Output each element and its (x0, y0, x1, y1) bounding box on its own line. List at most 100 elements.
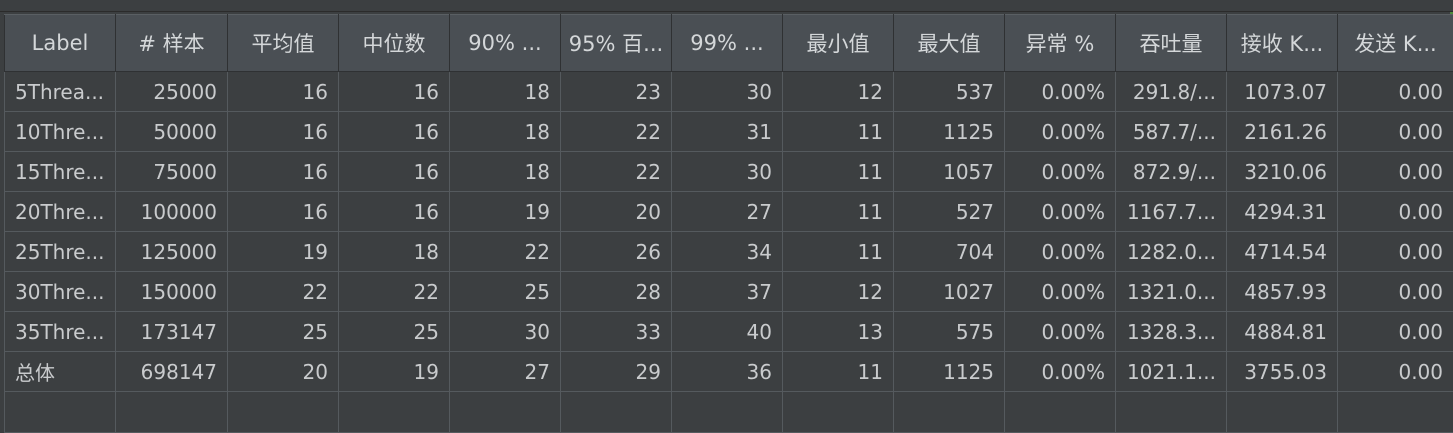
cell-error-pct[interactable]: 0.00% (1005, 72, 1116, 112)
cell-sent-kb[interactable]: 0.00 (1338, 312, 1453, 352)
cell-samples[interactable]: 50000 (116, 112, 228, 152)
cell-90-line[interactable]: 19 (450, 192, 561, 232)
cell-label[interactable]: 20Thre... (5, 192, 116, 232)
cell-median[interactable]: 25 (339, 312, 450, 352)
cell-average[interactable]: 16 (228, 152, 339, 192)
column-header-90-line[interactable]: 90% ... (450, 15, 561, 72)
cell-min[interactable]: 12 (783, 72, 894, 112)
cell-received-kb[interactable]: 4857.93 (1227, 272, 1338, 312)
cell-samples[interactable]: 173147 (116, 312, 228, 352)
cell-99-line[interactable]: 40 (672, 312, 783, 352)
cell-average[interactable]: 20 (228, 352, 339, 392)
cell-median[interactable]: 16 (339, 192, 450, 232)
column-header-sent-kb[interactable]: 发送 K... (1338, 15, 1453, 72)
table-row[interactable]: 35Thre...1731472525303340135750.00%1328.… (5, 312, 1453, 352)
cell-received-kb[interactable]: 3210.06 (1227, 152, 1338, 192)
cell-sent-kb[interactable]: 0.00 (1338, 112, 1453, 152)
cell-error-pct[interactable]: 0.00% (1005, 232, 1116, 272)
table-row[interactable]: 20Thre...1000001616192027115270.00%1167.… (5, 192, 1453, 232)
column-header-error-pct[interactable]: 异常 % (1005, 15, 1116, 72)
table-row[interactable]: 25Thre...1250001918222634117040.00%1282.… (5, 232, 1453, 272)
column-header-average[interactable]: 平均值 (228, 15, 339, 72)
cell-99-line[interactable]: 31 (672, 112, 783, 152)
cell-max[interactable]: 575 (894, 312, 1005, 352)
cell-min[interactable]: 12 (783, 272, 894, 312)
table-row[interactable]: 30Thre...15000022222528371210270.00%1321… (5, 272, 1453, 312)
cell-99-line[interactable]: 27 (672, 192, 783, 232)
cell-90-line[interactable]: 18 (450, 72, 561, 112)
cell-90-line[interactable]: 30 (450, 312, 561, 352)
cell-average[interactable]: 16 (228, 192, 339, 232)
cell-error-pct[interactable]: 0.00% (1005, 112, 1116, 152)
cell-received-kb[interactable]: 4294.31 (1227, 192, 1338, 232)
column-header-95-line[interactable]: 95% 百... (561, 15, 672, 72)
cell-95-line[interactable]: 29 (561, 352, 672, 392)
cell-samples[interactable]: 125000 (116, 232, 228, 272)
cell-min[interactable]: 13 (783, 312, 894, 352)
cell-99-line[interactable]: 36 (672, 352, 783, 392)
cell-95-line[interactable]: 28 (561, 272, 672, 312)
cell-min[interactable]: 11 (783, 352, 894, 392)
cell-samples[interactable]: 150000 (116, 272, 228, 312)
cell-average[interactable]: 16 (228, 72, 339, 112)
cell-sent-kb[interactable]: 0.00 (1338, 232, 1453, 272)
cell-median[interactable]: 22 (339, 272, 450, 312)
cell-throughput[interactable]: 291.8/... (1116, 72, 1227, 112)
summary-report-table[interactable]: Label # 样本 平均值 中位数 90% ... 95% 百... 99% … (4, 14, 1453, 433)
cell-label[interactable]: 30Thre... (5, 272, 116, 312)
cell-samples[interactable]: 698147 (116, 352, 228, 392)
cell-received-kb[interactable]: 2161.26 (1227, 112, 1338, 152)
cell-average[interactable]: 16 (228, 112, 339, 152)
column-header-received-kb[interactable]: 接收 K... (1227, 15, 1338, 72)
cell-95-line[interactable]: 22 (561, 152, 672, 192)
cell-received-kb[interactable]: 4714.54 (1227, 232, 1338, 272)
cell-min[interactable]: 11 (783, 192, 894, 232)
cell-samples[interactable]: 75000 (116, 152, 228, 192)
cell-error-pct[interactable]: 0.00% (1005, 272, 1116, 312)
cell-sent-kb[interactable]: 0.00 (1338, 72, 1453, 112)
cell-label[interactable]: 10Thre... (5, 112, 116, 152)
cell-99-line[interactable]: 34 (672, 232, 783, 272)
table-row[interactable]: 总体69814720192729361111250.00%1021.1...37… (5, 352, 1453, 392)
cell-label[interactable]: 5Threa... (5, 72, 116, 112)
cell-throughput[interactable]: 1321.0... (1116, 272, 1227, 312)
table-row[interactable]: 5Threa...250001616182330125370.00%291.8/… (5, 72, 1453, 112)
cell-average[interactable]: 19 (228, 232, 339, 272)
cell-max[interactable]: 1057 (894, 152, 1005, 192)
cell-samples[interactable]: 25000 (116, 72, 228, 112)
cell-median[interactable]: 19 (339, 352, 450, 392)
cell-error-pct[interactable]: 0.00% (1005, 192, 1116, 232)
cell-90-line[interactable]: 22 (450, 232, 561, 272)
cell-label[interactable]: 总体 (5, 352, 116, 392)
cell-throughput[interactable]: 872.9/... (1116, 152, 1227, 192)
cell-max[interactable]: 1027 (894, 272, 1005, 312)
column-header-min[interactable]: 最小值 (783, 15, 894, 72)
column-header-99-line[interactable]: 99% ... (672, 15, 783, 72)
column-header-throughput[interactable]: 吞吐量 (1116, 15, 1227, 72)
cell-received-kb[interactable]: 1073.07 (1227, 72, 1338, 112)
cell-median[interactable]: 16 (339, 152, 450, 192)
table-row[interactable]: 15Thre...7500016161822301110570.00%872.9… (5, 152, 1453, 192)
column-header-samples[interactable]: # 样本 (116, 15, 228, 72)
cell-95-line[interactable]: 23 (561, 72, 672, 112)
cell-throughput[interactable]: 1282.0... (1116, 232, 1227, 272)
cell-max[interactable]: 1125 (894, 112, 1005, 152)
cell-max[interactable]: 1125 (894, 352, 1005, 392)
cell-median[interactable]: 16 (339, 72, 450, 112)
cell-min[interactable]: 11 (783, 152, 894, 192)
cell-90-line[interactable]: 25 (450, 272, 561, 312)
cell-min[interactable]: 11 (783, 112, 894, 152)
cell-95-line[interactable]: 33 (561, 312, 672, 352)
cell-error-pct[interactable]: 0.00% (1005, 152, 1116, 192)
cell-99-line[interactable]: 30 (672, 152, 783, 192)
cell-error-pct[interactable]: 0.00% (1005, 312, 1116, 352)
cell-received-kb[interactable]: 3755.03 (1227, 352, 1338, 392)
cell-samples[interactable]: 100000 (116, 192, 228, 232)
cell-sent-kb[interactable]: 0.00 (1338, 192, 1453, 232)
cell-average[interactable]: 25 (228, 312, 339, 352)
cell-throughput[interactable]: 587.7/... (1116, 112, 1227, 152)
cell-label[interactable]: 15Thre... (5, 152, 116, 192)
table-row[interactable]: 10Thre...5000016161822311111250.00%587.7… (5, 112, 1453, 152)
cell-95-line[interactable]: 22 (561, 112, 672, 152)
cell-label[interactable]: 35Thre... (5, 312, 116, 352)
